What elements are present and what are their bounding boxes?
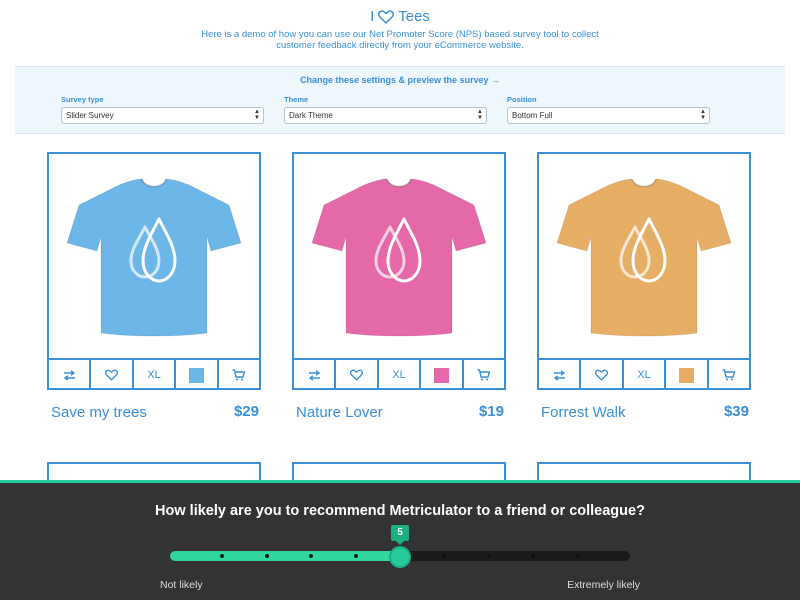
product-info: Forrest Walk $39 [537, 402, 751, 426]
scale-high-label: Extremely likely [567, 579, 640, 591]
scale-low-label: Not likely [160, 579, 203, 591]
slider-value-bubble: 5 [391, 525, 409, 545]
slider-tick[interactable] [486, 554, 491, 558]
add-to-cart-button[interactable] [464, 360, 504, 390]
color-swatch [188, 367, 204, 383]
settings-title: Change these settings & preview the surv… [299, 75, 501, 85]
slider-tick[interactable] [575, 554, 580, 558]
color-button[interactable] [666, 360, 709, 390]
product-info: Nature Lover $19 [292, 402, 506, 426]
compare-arrows-icon [308, 369, 320, 381]
slider-tick[interactable] [531, 554, 536, 558]
product-image[interactable] [294, 154, 504, 358]
theme-select[interactable]: Dark Theme ▲ ▼ [284, 107, 487, 124]
select-arrows-icon: ▲ ▼ [254, 109, 260, 121]
favorite-button[interactable] [336, 360, 379, 390]
size-label: XL [637, 369, 651, 381]
cart-icon [477, 369, 491, 381]
product-price: $39 [723, 403, 749, 420]
add-to-cart-button[interactable] [709, 360, 749, 390]
theme-label: Theme [284, 95, 309, 104]
product-image[interactable] [49, 154, 259, 358]
settings-panel: Change these settings & preview the surv… [15, 66, 785, 134]
compare-button[interactable] [49, 360, 92, 390]
heart-icon [350, 369, 364, 381]
product-card[interactable]: XL [537, 152, 751, 390]
size-label: XL [392, 369, 406, 381]
product-name[interactable]: Nature Lover [296, 404, 383, 421]
heart-icon [105, 369, 119, 381]
product-name[interactable]: Save my trees [51, 404, 147, 421]
position-label: Position [507, 95, 537, 104]
cart-icon [232, 369, 246, 381]
product-actions: XL [49, 358, 259, 390]
product-actions: XL [539, 358, 749, 390]
site-header: I Tees Here is a demo of how you can use… [0, 0, 800, 64]
tshirt-image [556, 178, 732, 337]
heart-outline-icon [378, 9, 395, 24]
position-select[interactable]: Bottom Full ▲ ▼ [507, 107, 710, 124]
brand-logo[interactable]: I Tees [0, 8, 800, 25]
position-value: Bottom Full [512, 111, 553, 120]
size-label: XL [147, 369, 161, 381]
product-image[interactable] [539, 154, 749, 358]
product-card[interactable]: XL [292, 152, 506, 390]
add-to-cart-button[interactable] [219, 360, 259, 390]
color-swatch [433, 367, 449, 383]
brand-suffix: Tees [398, 8, 430, 25]
slider-tick[interactable] [264, 554, 269, 558]
product-price: $29 [233, 403, 259, 420]
tagline: Here is a demo of how you can use our Ne… [201, 29, 599, 51]
favorite-button[interactable] [581, 360, 624, 390]
theme-field: Theme Dark Theme ▲ ▼ [284, 95, 487, 124]
color-button[interactable] [421, 360, 464, 390]
survey-question: How likely are you to recommend Metricul… [155, 503, 645, 519]
product-actions: XL [294, 358, 504, 390]
select-arrows-icon: ▲ ▼ [700, 109, 706, 121]
slider-handle[interactable] [389, 546, 411, 568]
survey-type-select[interactable]: Slider Survey ▲ ▼ [61, 107, 264, 124]
product-info: Save my trees $29 [47, 402, 261, 426]
size-button[interactable]: XL [134, 360, 177, 390]
heart-icon [595, 369, 609, 381]
tshirt-image [66, 178, 242, 337]
select-arrows-icon: ▲ ▼ [477, 109, 483, 121]
color-swatch [678, 367, 694, 383]
survey-type-value: Slider Survey [66, 111, 114, 120]
survey-type-field: Survey type Slider Survey ▲ ▼ [61, 95, 264, 124]
compare-arrows-icon [63, 369, 75, 381]
slider-tick[interactable] [353, 554, 358, 558]
size-button[interactable]: XL [379, 360, 422, 390]
survey-type-label: Survey type [61, 95, 104, 104]
product-price: $19 [478, 403, 504, 420]
slider-fill [170, 551, 400, 561]
favorite-button[interactable] [91, 360, 134, 390]
compare-arrows-icon [553, 369, 565, 381]
position-field: Position Bottom Full ▲ ▼ [507, 95, 710, 124]
tshirt-image [311, 178, 487, 337]
cart-icon [722, 369, 736, 381]
slider-tick[interactable] [442, 554, 447, 558]
compare-button[interactable] [294, 360, 337, 390]
brand-prefix: I [370, 8, 375, 25]
color-button[interactable] [176, 360, 219, 390]
nps-survey-overlay: How likely are you to recommend Metricul… [0, 480, 800, 600]
theme-value: Dark Theme [289, 111, 333, 120]
product-card[interactable]: XL [47, 152, 261, 390]
size-button[interactable]: XL [624, 360, 667, 390]
product-name[interactable]: Forrest Walk [541, 404, 625, 421]
compare-button[interactable] [539, 360, 582, 390]
